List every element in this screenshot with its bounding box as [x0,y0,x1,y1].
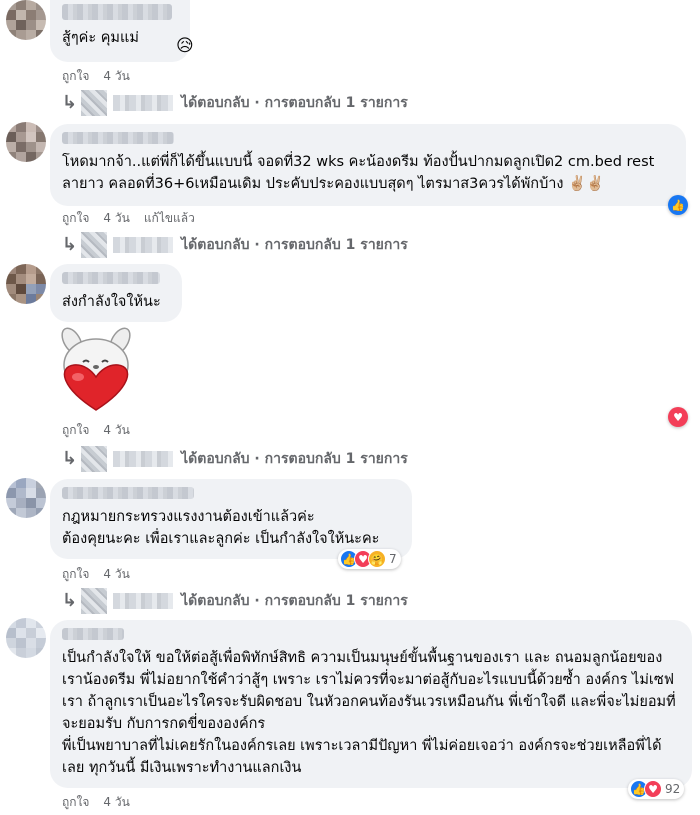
comment-actions: ถูกใจ 4 วัน แก้ไขแล้ว [62,209,195,228]
comment-text: เป็นกำลังใจให้ ขอให้ต่อสู้เพื่อพิทักษ์สิ… [62,650,676,776]
avatar[interactable] [6,478,46,518]
commenter-name[interactable] [62,4,172,20]
reaction-summary[interactable]: 👍 ♥ 🤗 7 [338,549,401,569]
avatar[interactable] [6,0,46,40]
reply-author-name [113,237,174,253]
comment-text: โหดมากจ้า..แต่พี่ก็ได้ขึ้นแบบนี้ จอดที่3… [62,154,655,192]
reply-arrow-icon: ↳ [62,92,78,113]
view-replies[interactable]: ↳ ได้ตอบกลับ · การตอบกลับ 1 รายการ [62,588,408,614]
care-icon: 🤗 [368,550,386,568]
reaction-summary[interactable]: 👍 ♥ 92 [628,779,685,799]
commenter-name[interactable] [62,132,174,144]
view-replies[interactable]: ↳ ได้ตอบกลับ · การตอบกลับ 1 รายการ [62,446,408,472]
timestamp[interactable]: 4 วัน [103,421,129,440]
comment-bubble: สู้ๆค่ะ คุมแม่ [50,0,190,62]
reply-avatar [81,446,108,472]
timestamp[interactable]: 4 วัน [103,209,129,228]
reply-avatar [81,588,108,614]
reply-arrow-icon: ↳ [62,590,78,611]
like-link[interactable]: ถูกใจ [62,793,89,812]
commenter-name[interactable] [62,272,160,284]
comment-actions: ถูกใจ 4 วัน [62,793,130,812]
comment-bubble: ส่งกำลังใจให้นะ [50,264,182,322]
reply-avatar [81,232,108,258]
like-link[interactable]: ถูกใจ [62,421,89,440]
reply-author-name [113,451,174,467]
comment-actions: ถูกใจ 4 วัน [62,565,130,584]
like-link[interactable]: ถูกใจ [62,209,89,228]
reply-summary: ได้ตอบกลับ · การตอบกลับ 1 รายการ [181,451,408,467]
comment-actions: ถูกใจ 4 วัน [62,67,130,86]
avatar[interactable] [6,618,46,658]
love-icon: ♥ [644,780,662,798]
commenter-name[interactable] [62,487,194,499]
comment-bubble: โหดมากจ้า..แต่พี่ก็ได้ขึ้นแบบนี้ จอดที่3… [50,124,686,206]
timestamp[interactable]: 4 วัน [103,793,129,812]
view-replies[interactable]: ↳ ได้ตอบกลับ · การตอบกลับ 1 รายการ [62,232,408,258]
like-reaction-icon[interactable]: 👍 [668,195,688,215]
comment-bubble: เป็นกำลังใจให้ ขอให้ต่อสู้เพื่อพิทักษ์สิ… [50,620,692,788]
view-replies[interactable]: ↳ ได้ตอบกลับ · การตอบกลับ 1 รายการ [62,90,408,116]
reply-arrow-icon: ↳ [62,448,78,469]
reply-arrow-icon: ↳ [62,234,78,255]
reaction-count: 92 [665,782,681,796]
bunny-heart-sticker [50,325,140,415]
commenter-name[interactable] [62,628,124,640]
comment-actions: ถูกใจ 4 วัน [62,421,130,440]
comment-bubble: กฎหมายกระทรวงแรงงานต้องเข้าแล้วค่ะ ต้องค… [50,479,412,559]
comment-text: สู้ๆค่ะ คุมแม่ [62,30,139,46]
comment-text: ส่งกำลังใจให้นะ [62,294,161,310]
timestamp[interactable]: 4 วัน [103,67,129,86]
reply-author-name [113,593,174,609]
avatar[interactable] [6,264,46,304]
comment-text: กฎหมายกระทรวงแรงงานต้องเข้าแล้วค่ะ ต้องค… [62,509,380,547]
reply-summary: ได้ตอบกลับ · การตอบกลับ 1 รายการ [181,237,408,253]
reply-author-name [113,95,174,111]
love-reaction-icon[interactable]: ♥ [668,407,688,427]
avatar[interactable] [6,122,46,162]
like-link[interactable]: ถูกใจ [62,67,89,86]
reply-summary: ได้ตอบกลับ · การตอบกลับ 1 รายการ [181,95,408,111]
edited-label: แก้ไขแล้ว [143,211,195,225]
reaction-count: 7 [389,552,397,566]
reaction-emoji: 😥 [176,36,194,56]
timestamp[interactable]: 4 วัน [103,565,129,584]
like-link[interactable]: ถูกใจ [62,565,89,584]
reply-summary: ได้ตอบกลับ · การตอบกลับ 1 รายการ [181,593,408,609]
reply-avatar [81,90,108,116]
